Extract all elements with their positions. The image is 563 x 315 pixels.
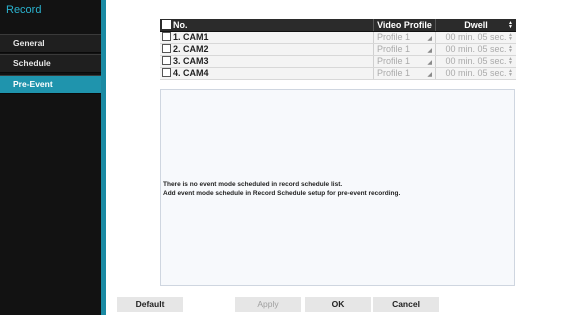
table-row: 4. CAM4 Profile 1 ◢ 00 min. 05 sec. ▲ ▼ (160, 68, 516, 80)
empty-schedule-message: There is no event mode scheduled in reco… (163, 181, 400, 198)
message-line-2: Add event mode schedule in Record Schedu… (163, 189, 401, 197)
sidebar: Record General Schedule Pre-Event (0, 0, 103, 315)
column-header-no: No. (173, 20, 188, 30)
table-row: 3. CAM3 Profile 1 ◢ 00 min. 05 sec. ▲ ▼ (160, 56, 516, 68)
dropdown-arrow-icon: ◢ (427, 60, 432, 66)
camera-name: 3. CAM3 (173, 56, 209, 66)
spinner-arrows-icon[interactable]: ▲ ▼ (508, 33, 513, 42)
default-button[interactable]: Default (117, 297, 183, 312)
dwell-stepper[interactable]: 00 min. 05 sec. ▲ ▼ (435, 68, 516, 79)
checkbox-icon[interactable] (162, 56, 171, 65)
camera-name: 4. CAM4 (173, 68, 209, 78)
video-profile-select[interactable]: Profile 1 ◢ (373, 56, 435, 67)
sidebar-item-general[interactable]: General (0, 34, 101, 53)
select-all-checkbox[interactable] (162, 20, 171, 29)
video-profile-select[interactable]: Profile 1 ◢ (373, 32, 435, 43)
schedule-message-panel: There is no event mode scheduled in reco… (160, 89, 515, 286)
table-row: 2. CAM2 Profile 1 ◢ 00 min. 05 sec. ▲ ▼ (160, 44, 516, 56)
sidebar-item-pre-event[interactable]: Pre-Event (0, 75, 101, 94)
dropdown-arrow-icon: ◢ (427, 72, 432, 78)
sidebar-item-schedule[interactable]: Schedule (0, 54, 101, 73)
dwell-stepper[interactable]: 00 min. 05 sec. ▲ ▼ (435, 32, 516, 43)
spinner-arrows-icon[interactable]: ▲ ▼ (508, 21, 513, 30)
ok-button[interactable]: OK (305, 297, 371, 312)
checkbox-icon[interactable] (162, 68, 171, 77)
dwell-stepper[interactable]: 00 min. 05 sec. ▲ ▼ (435, 56, 516, 67)
spinner-arrows-icon[interactable]: ▲ ▼ (508, 45, 513, 54)
dwell-stepper[interactable]: 00 min. 05 sec. ▲ ▼ (435, 44, 516, 55)
apply-button[interactable]: Apply (235, 297, 301, 312)
spinner-arrows-icon[interactable]: ▲ ▼ (508, 69, 513, 78)
video-profile-select[interactable]: Profile 1 ◢ (373, 68, 435, 79)
camera-table: No. Video Profile Dwell ▲ ▼ 1. CAM1 Profi… (160, 19, 516, 80)
cancel-button[interactable]: Cancel (373, 297, 439, 312)
camera-name: 1. CAM1 (173, 32, 209, 42)
dropdown-arrow-icon: ◢ (427, 36, 432, 42)
table-header: No. Video Profile Dwell ▲ ▼ (160, 19, 516, 32)
sidebar-title: Record (6, 4, 42, 16)
sidebar-accent-edge (101, 0, 106, 315)
checkbox-icon[interactable] (162, 32, 171, 41)
dropdown-arrow-icon: ◢ (427, 48, 432, 54)
video-profile-select[interactable]: Profile 1 ◢ (373, 44, 435, 55)
column-header-dwell-label: Dwell (464, 20, 488, 30)
table-row: 1. CAM1 Profile 1 ◢ 00 min. 05 sec. ▲ ▼ (160, 32, 516, 44)
column-header-dwell: Dwell ▲ ▼ (435, 19, 516, 31)
column-header-video-profile: Video Profile (373, 19, 435, 31)
message-line-1: There is no event mode scheduled in reco… (163, 181, 343, 188)
spinner-arrows-icon[interactable]: ▲ ▼ (508, 57, 513, 66)
camera-name: 2. CAM2 (173, 44, 209, 54)
checkbox-icon[interactable] (162, 44, 171, 53)
